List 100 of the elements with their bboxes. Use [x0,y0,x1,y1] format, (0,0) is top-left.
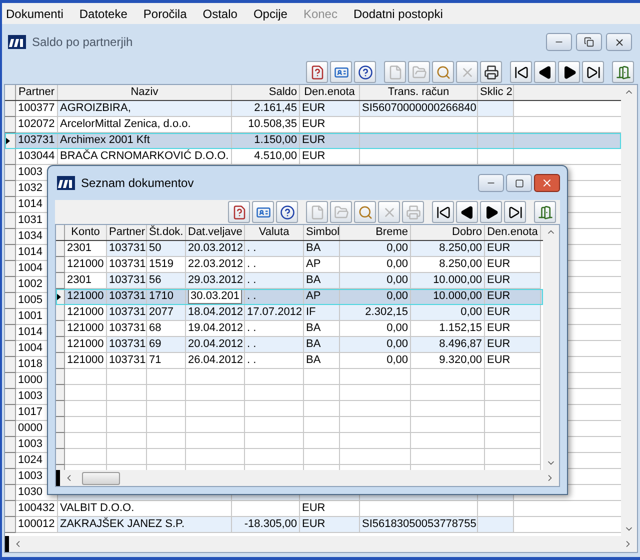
selected-row[interactable]: 121000 103731 1710 30.03.201 . . AP 0,00 10.000,00 EUR [56,289,543,305]
table-cell: 69 [147,337,186,353]
next-record-button[interactable] [480,201,502,223]
column-header[interactable]: Valuta [245,225,304,240]
help-button[interactable] [354,61,376,83]
column-header[interactable]: Simbol [304,225,340,240]
table-cell: 121000 [65,353,107,369]
help-book-button[interactable] [228,201,250,223]
table-cell: BA [304,273,340,289]
last-record-button[interactable] [504,201,526,223]
table-cell: EUR [300,133,360,149]
exit-door-button[interactable] [534,201,556,223]
table-cell: Archimex 2001 Kft [58,133,232,149]
column-header[interactable]: Den.enota [485,225,541,240]
restore-button[interactable] [576,33,602,51]
close-button[interactable] [534,174,560,192]
table-cell: 2.302,15 [340,305,411,321]
table-cell: 9.320,00 [411,353,485,369]
menu-item[interactable]: Poročila [139,4,191,22]
card-button[interactable] [252,201,274,223]
card-icon [256,204,270,220]
vertical-scrollbar[interactable] [543,225,559,470]
table-cell [340,385,411,401]
column-header[interactable]: Dat.veljave [186,225,245,240]
table-cell [245,385,304,401]
table-cell [65,401,107,417]
table-cell: 56 [147,273,186,289]
column-header[interactable]: Partner [107,225,147,240]
maximize-button[interactable] [506,174,532,192]
exit-door-icon [616,64,630,80]
column-header[interactable]: Breme [340,225,411,240]
card-button[interactable] [330,61,352,83]
table-cell: 103731 [107,353,147,369]
first-record-button[interactable] [432,201,454,223]
table-cell [186,433,245,449]
last-record-button[interactable] [582,61,604,83]
menu-item[interactable]: Dokumenti [2,4,68,22]
row-header[interactable] [5,133,16,149]
column-header[interactable]: Dobro [411,225,485,240]
next-record-icon [562,64,576,80]
next-record-button[interactable] [558,61,580,83]
printer-icon [484,64,498,80]
close-button[interactable] [606,33,632,51]
table-cell [186,417,245,433]
next-record-icon [484,204,498,220]
search-button[interactable] [354,201,376,223]
table-cell: 2077 [147,305,186,321]
first-record-button[interactable] [510,61,532,83]
row-header[interactable] [56,289,65,305]
table-cell [147,385,186,401]
table-cell: EUR [485,273,541,289]
table-cell: 103731 [107,337,147,353]
table-cell: 1.150,00 [232,133,300,149]
menu-item[interactable]: Datoteke [75,4,132,22]
menu-item[interactable]: Ostalo [198,4,242,22]
previous-record-button[interactable] [534,61,556,83]
table-cell: 100432 [16,501,58,517]
table-cell: 20.03.2012 [186,241,245,257]
table-cell [65,385,107,401]
selected-row[interactable]: 103731 Archimex 2001 Kft 1.150,00 EUR [5,133,621,149]
table-cell: EUR [300,101,360,117]
table-cell [485,401,541,417]
previous-record-button[interactable] [456,201,478,223]
horizontal-scrollbar[interactable] [5,536,637,552]
column-header[interactable]: Naziv [58,85,232,100]
help-book-button[interactable] [306,61,328,83]
exit-door-button[interactable] [612,61,634,83]
exit-door-icon [538,204,552,220]
table-cell: 103731 [107,305,147,321]
table-cell: EUR [485,241,541,257]
menu-item[interactable]: Dodatni postopki [349,4,447,22]
table-cell: . . [245,241,304,257]
previous-record-icon [538,64,552,80]
table-cell: 20.04.2012 [186,337,245,353]
vertical-scrollbar[interactable] [621,85,637,536]
column-header[interactable]: Partner [16,85,58,100]
column-header[interactable]: Konto [65,225,107,240]
first-record-icon [514,64,528,80]
column-header[interactable]: Trans. račun [360,85,478,100]
horizontal-scrollbar[interactable] [56,470,559,486]
column-header[interactable]: Saldo [232,85,300,100]
table-cell [186,385,245,401]
close-icon [541,177,553,189]
table-cell [186,369,245,385]
column-header[interactable]: Sklic 2 [478,85,514,100]
help-button[interactable] [276,201,298,223]
scrollbar-thumb[interactable] [82,472,120,484]
column-header[interactable]: Den.enota [300,85,360,100]
table-cell: . . [245,337,304,353]
table-cell: SI56070000000266840 [360,101,478,117]
help-book-icon [232,204,246,220]
table-cell [147,369,186,385]
column-header[interactable]: Št.dok. [147,225,186,240]
printer-button[interactable] [480,61,502,83]
table-cell: 8.496,87 [411,337,485,353]
cell-editor[interactable]: 30.03.201 [188,289,242,304]
table-cell [65,433,107,449]
search-button[interactable] [432,61,454,83]
menu-item[interactable]: Opcije [249,4,292,22]
table-cell: 71 [147,353,186,369]
